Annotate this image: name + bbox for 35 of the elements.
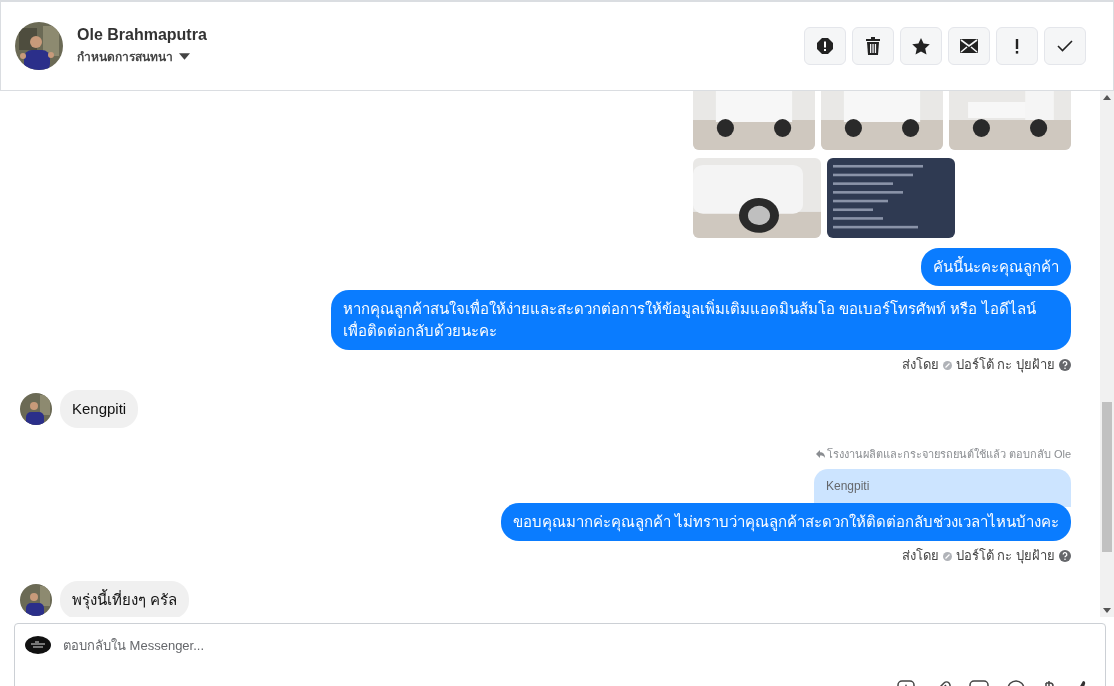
sent-by-label: ส่งโดย xyxy=(901,548,939,564)
scroll-down-icon[interactable] xyxy=(1103,608,1111,613)
sent-by-label: ส่งโดย xyxy=(901,357,939,373)
exclamation-icon xyxy=(1015,38,1019,54)
alert-button[interactable] xyxy=(804,27,846,65)
mail-button[interactable] xyxy=(948,27,990,65)
contact-name: Ole Brahmaputra xyxy=(77,26,207,44)
sender-name: ปอร์โต้ กะ ปุยฝ้าย xyxy=(955,548,1055,564)
help-icon xyxy=(1059,359,1071,371)
quoted-message: Kengpiti xyxy=(814,469,1071,507)
blocked-icon xyxy=(942,360,952,370)
scroll-up-icon[interactable] xyxy=(1103,95,1111,100)
reply-info: โรงงานผลิตและกระจายรถยนต์ใช้แล้ว ตอบกลับ Ole xyxy=(826,447,1071,462)
trash-icon xyxy=(865,37,881,55)
message-bubble: Kengpiti xyxy=(60,390,139,428)
caret-icon xyxy=(179,53,190,60)
done-button[interactable] xyxy=(1044,27,1086,65)
message-bubble: คันนี้นะคะคุณลูกค้า xyxy=(921,248,1071,286)
delete-button[interactable] xyxy=(852,27,894,65)
help-icon xyxy=(1059,550,1071,562)
scrollbar[interactable] xyxy=(1100,91,1114,617)
conversation-menu[interactable]: กำหนดการสนทนา xyxy=(77,47,190,66)
mail-icon xyxy=(960,39,978,53)
check-icon xyxy=(1057,40,1073,52)
reply-icon xyxy=(815,450,825,458)
star-button[interactable] xyxy=(900,27,942,65)
alert-icon xyxy=(816,37,834,55)
blocked-icon xyxy=(942,551,952,561)
scrollbar-thumb[interactable] xyxy=(1102,402,1112,552)
message-bubble: พรุ่งนี้เที่ยงๆ ครัล xyxy=(60,581,190,617)
sender-name: ปอร์โต้ กะ ปุยฝ้าย xyxy=(955,357,1055,373)
message-bubble: หากคุณลูกค้าสนใจเพื่อให้ง่ายและสะดวกต่อการให้ข้อมูลเพิ่มเติมแอดมินส้มโอ ขอเบอร์โทรศัพท์ หรือ ไอดีไลน์ เพื่อติดต่อกลับด้วยนะคะ xyxy=(331,290,1071,350)
star-icon xyxy=(912,37,930,55)
message-bubble: ขอบคุณมากค่ะคุณลูกค้า ไม่ทราบว่าคุณลูกค้าสะดวกให้ติดต่อกลับช่วงเวลาไหนบ้างคะ xyxy=(500,503,1071,541)
page-logo-icon xyxy=(25,636,51,654)
